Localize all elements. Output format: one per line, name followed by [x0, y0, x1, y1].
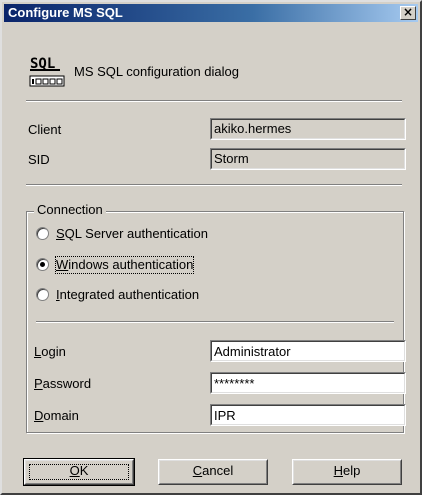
login-field-frame	[210, 340, 406, 362]
separator-top	[26, 100, 402, 102]
sql-server-auth-radio[interactable]	[36, 227, 49, 240]
sid-field: Storm	[210, 148, 406, 170]
windows-auth-label[interactable]: Windows authentication	[54, 256, 195, 274]
sql-server-auth-label[interactable]: SQL Server authentication	[56, 226, 208, 242]
password-field-frame	[210, 372, 406, 394]
close-icon: ×	[402, 5, 414, 19]
integrated-auth-label[interactable]: Integrated authentication	[56, 287, 199, 303]
sid-label: SID	[28, 152, 50, 167]
windows-auth-radio[interactable]	[36, 258, 49, 271]
login-label: Login	[34, 344, 66, 359]
title-bar[interactable]: Configure MS SQL ×	[4, 4, 418, 22]
separator-middle	[26, 184, 402, 186]
domain-label: Domain	[34, 408, 79, 423]
sql-database-icon: SQL	[29, 56, 65, 87]
domain-input[interactable]	[211, 405, 405, 425]
domain-field-frame	[210, 404, 406, 426]
password-label: Password	[34, 376, 92, 391]
password-input[interactable]	[211, 373, 405, 393]
help-button[interactable]: Help	[292, 459, 402, 485]
dialog-description: MS SQL configuration dialog	[74, 64, 240, 79]
separator-connection	[36, 321, 394, 323]
client-label: Client	[28, 122, 62, 137]
cancel-button[interactable]: Cancel	[158, 459, 268, 485]
close-button[interactable]: ×	[400, 6, 416, 20]
integrated-auth-radio[interactable]	[36, 288, 49, 301]
ok-button[interactable]: OK	[23, 458, 135, 486]
configure-mssql-dialog: Configure MS SQL × SQL MS SQL configurat…	[0, 0, 422, 495]
window-title: Configure MS SQL	[8, 5, 123, 20]
login-input[interactable]	[211, 341, 405, 361]
client-field: akiko.hermes	[210, 118, 406, 140]
connection-group-title: Connection	[34, 202, 106, 218]
